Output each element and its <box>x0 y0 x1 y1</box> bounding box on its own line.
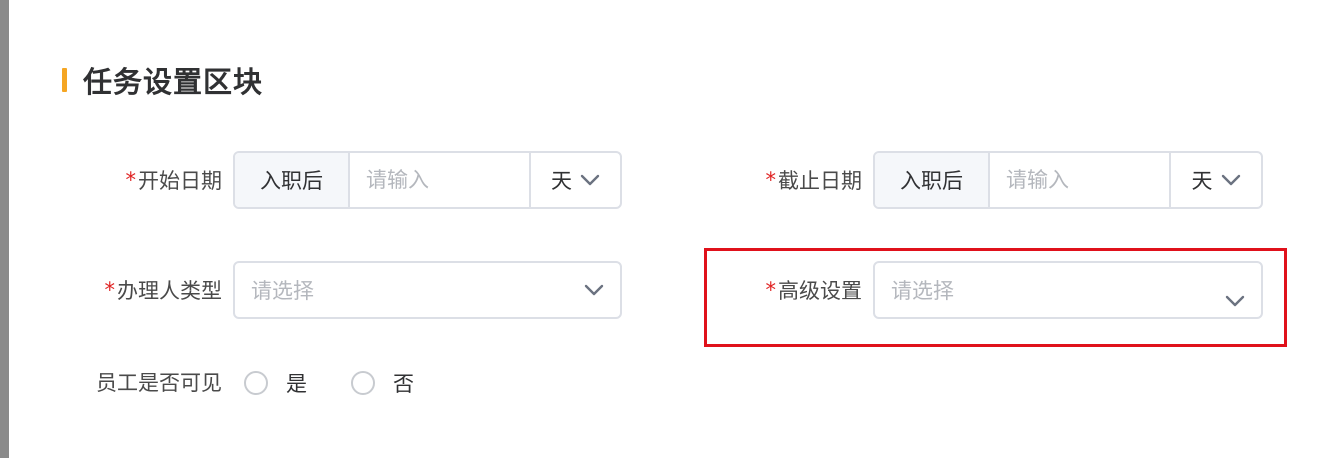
start-date-input[interactable] <box>364 167 529 193</box>
visibility-option-yes[interactable]: 是 <box>244 368 307 398</box>
section-title: 任务设置区块 <box>83 65 264 99</box>
required-mark: * <box>104 278 116 302</box>
handler-type-label: * 办理人类型 <box>104 278 223 303</box>
left-scroll-edge <box>0 0 9 458</box>
handler-type-placeholder: 请选择 <box>251 279 314 303</box>
section-header: 任务设置区块 <box>62 58 263 102</box>
start-date-field-wrap <box>350 153 531 207</box>
end-date-unit: 天 <box>1191 169 1213 193</box>
end-date-label: * 截止日期 <box>765 168 863 193</box>
visibility-option-no[interactable]: 否 <box>351 368 414 398</box>
highlight-box <box>704 248 1287 347</box>
chevron-down-icon <box>584 284 604 296</box>
title-accent-bar <box>62 68 67 92</box>
start-date-prepend: 入职后 <box>235 153 350 207</box>
end-date-unit-select[interactable]: 天 <box>1171 153 1261 207</box>
required-mark: * <box>765 168 777 192</box>
start-date-unit-select[interactable]: 天 <box>531 153 620 207</box>
end-date-input-group: 入职后 天 <box>873 151 1263 209</box>
visibility-label: 员工是否可见 <box>96 371 222 395</box>
start-date-unit: 天 <box>551 169 572 193</box>
end-date-field-wrap <box>990 153 1171 207</box>
start-date-label: * 开始日期 <box>125 168 223 193</box>
handler-type-select[interactable]: 请选择 <box>233 261 622 319</box>
visibility-radio-group: 是 否 <box>244 362 458 404</box>
chevron-down-icon <box>1221 174 1240 186</box>
required-mark: * <box>125 168 137 192</box>
end-date-input[interactable] <box>1004 167 1169 193</box>
radio-circle-icon[interactable] <box>351 371 375 395</box>
end-date-prepend: 入职后 <box>875 153 990 207</box>
radio-circle-icon[interactable] <box>244 371 268 395</box>
chevron-down-icon <box>580 174 600 186</box>
start-date-input-group: 入职后 天 <box>233 151 622 209</box>
